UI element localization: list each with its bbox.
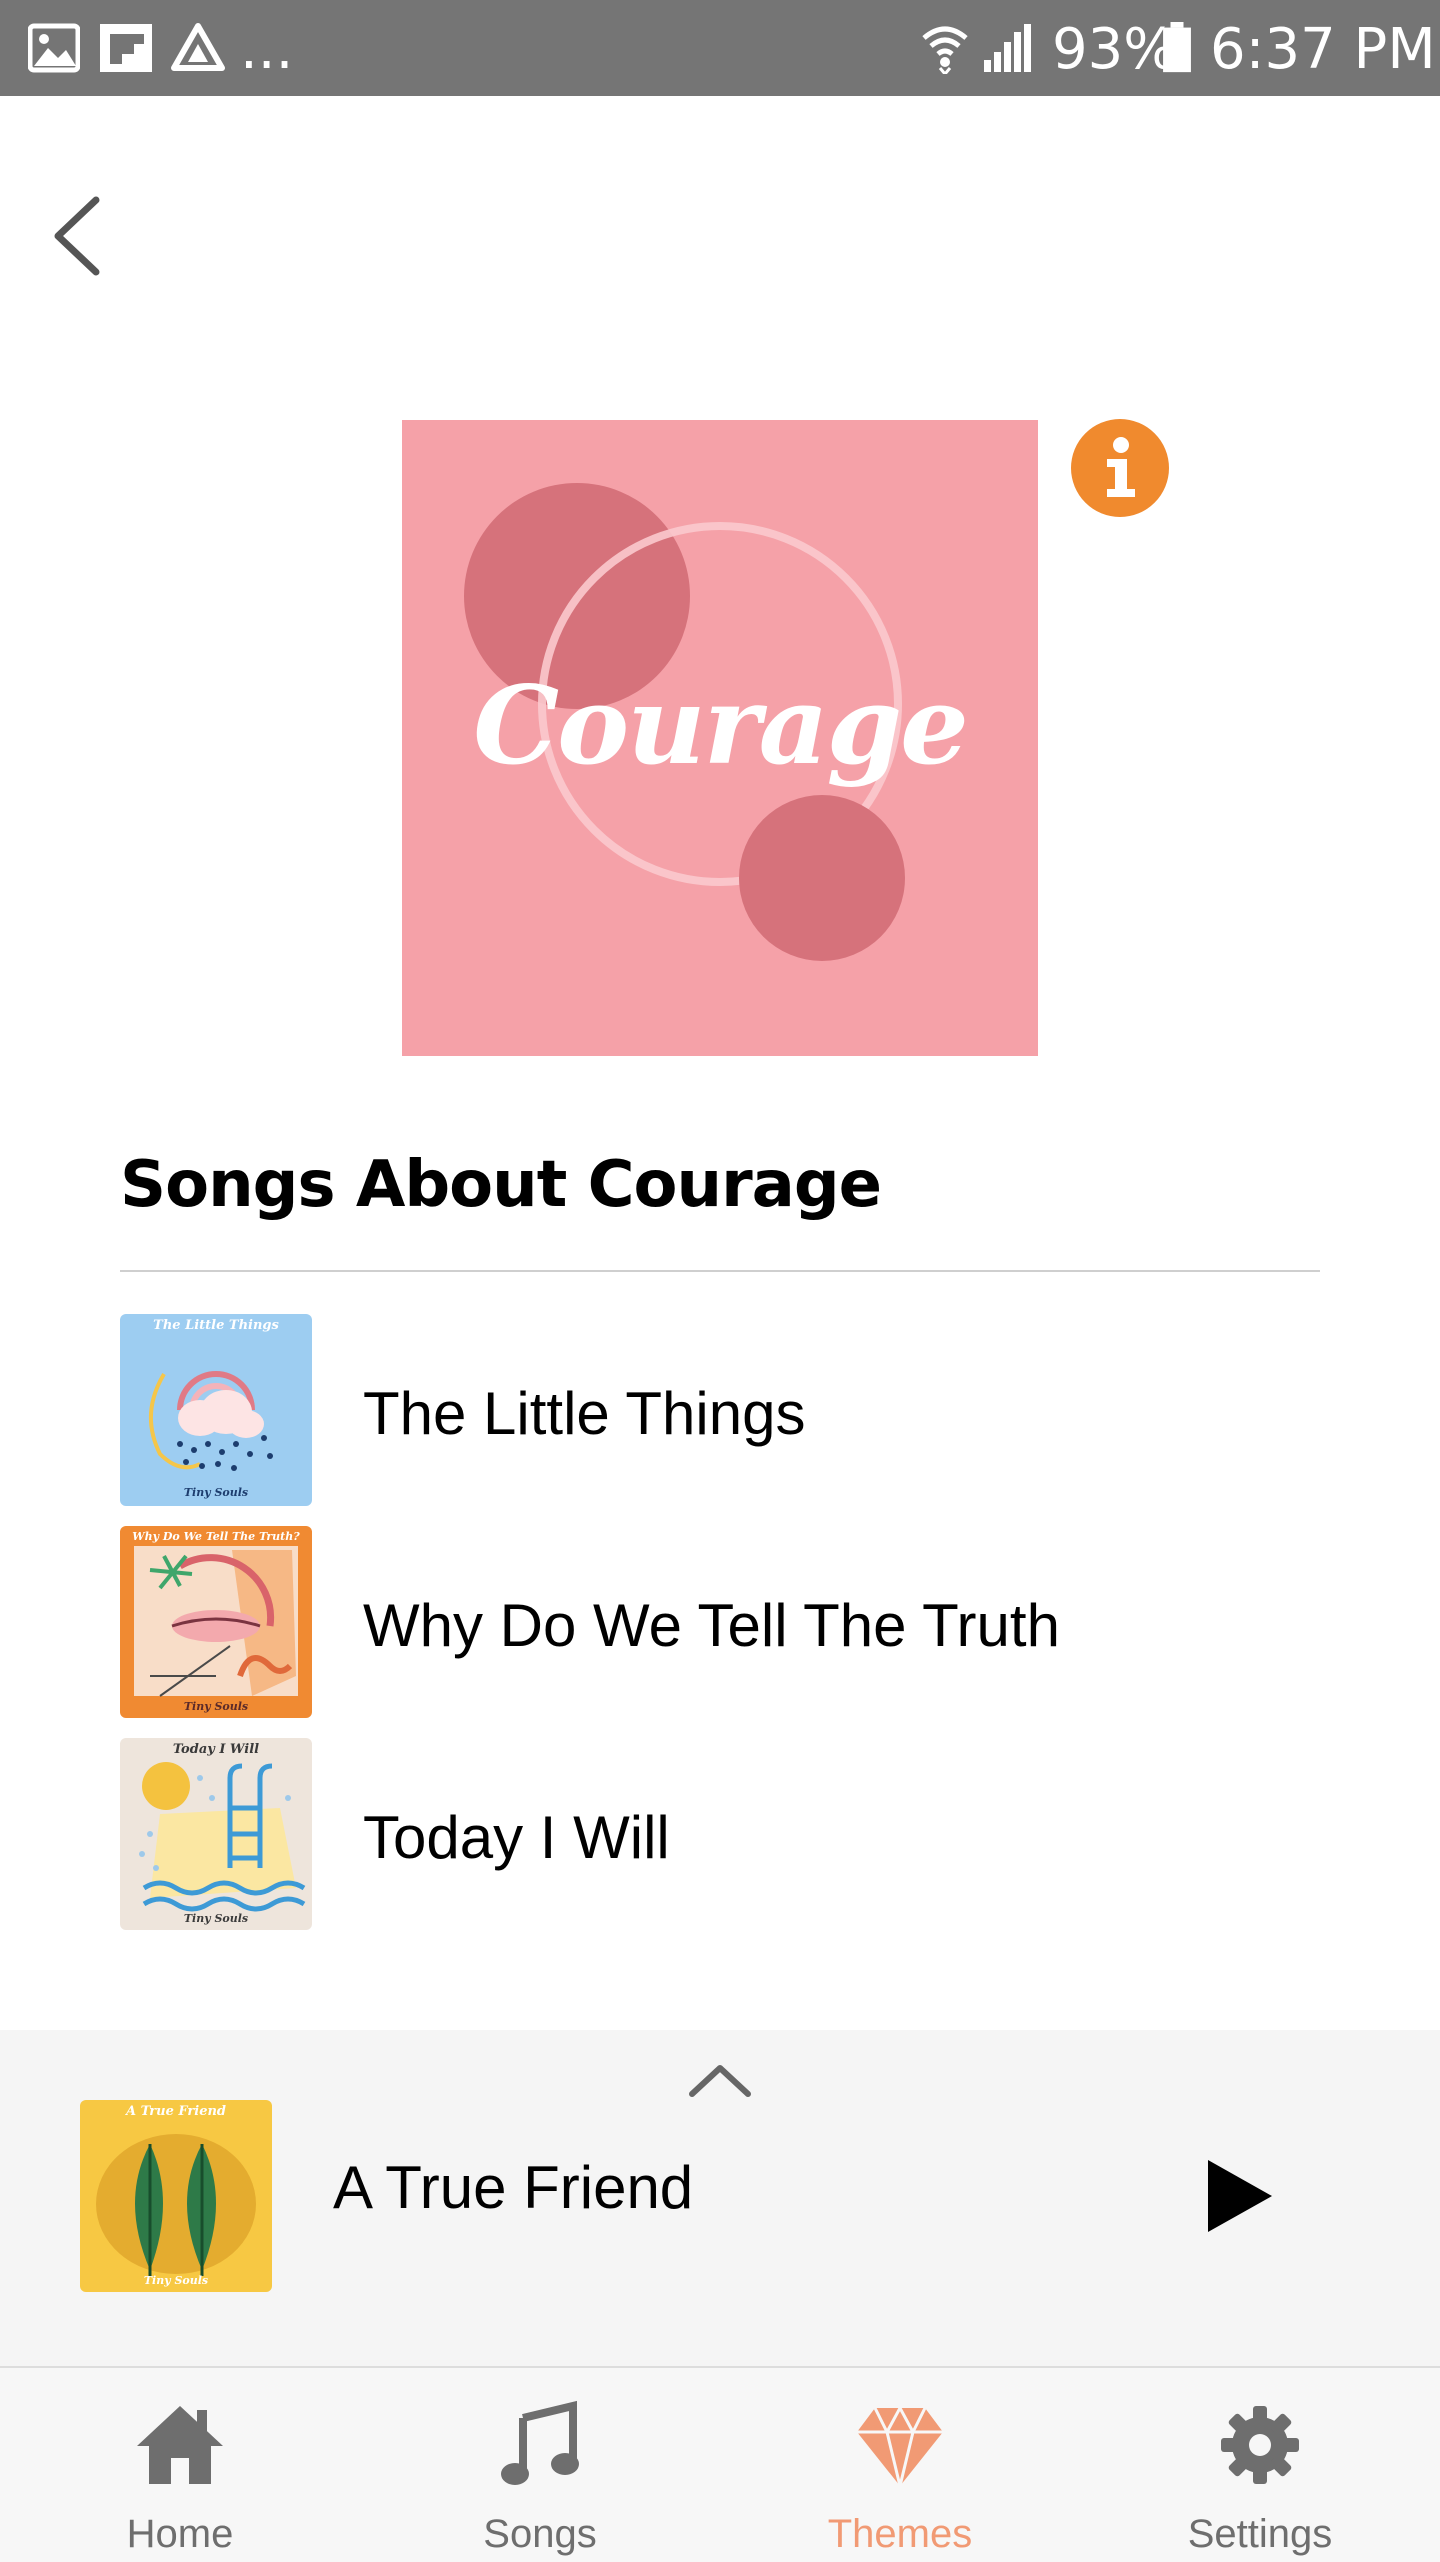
music-note-icon (501, 2400, 579, 2485)
song-artwork-title: Today I Will (172, 1742, 260, 1757)
flipboard-icon (100, 24, 152, 72)
chevron-left-icon (54, 196, 100, 276)
song-row-the-little-things[interactable]: The Little Things Tiny Souls The Little … (120, 1314, 1320, 1506)
song-artwork-title: The Little Things (153, 1318, 279, 1333)
nav-label: Home (126, 2512, 234, 2556)
nav-label: Themes (827, 2512, 973, 2556)
song-title: The Little Things (363, 1380, 806, 1447)
back-button[interactable] (40, 186, 120, 286)
battery-percentage: 93% (1052, 17, 1177, 82)
nav-home[interactable]: Home (30, 2368, 330, 2560)
now-playing-artwork-footer: Tiny Souls (143, 2274, 209, 2287)
nav-themes[interactable]: Themes (750, 2368, 1050, 2560)
theme-cover: Courage (402, 420, 1038, 1056)
nav-settings[interactable]: Settings (1110, 2368, 1410, 2560)
wifi-icon (922, 26, 968, 74)
home-icon (137, 2406, 223, 2484)
song-artwork-footer: Tiny Souls (183, 1912, 249, 1925)
nav-label: Songs (483, 2512, 597, 2556)
nav-songs[interactable]: Songs (390, 2368, 690, 2560)
drive-icon (171, 23, 225, 71)
now-playing-artwork-title: A True Friend (125, 2104, 227, 2119)
nav-label: Settings (1187, 2512, 1333, 2556)
info-icon (1107, 437, 1135, 497)
play-icon (1208, 2160, 1272, 2232)
section-title: Songs About Courage (120, 1148, 882, 1222)
chevron-up-icon (689, 2065, 751, 2097)
song-row-why-do-we-tell-the-truth[interactable]: Why Do We Tell The Truth? Tiny Souls Why… (120, 1526, 1320, 1718)
song-artwork-footer: Tiny Souls (183, 1486, 249, 1499)
song-artwork: Why Do We Tell The Truth? Tiny Souls (120, 1526, 312, 1718)
song-artwork: The Little Things Tiny Souls (120, 1314, 312, 1506)
more-notifications-label: ... (240, 17, 294, 82)
signal-icon (984, 24, 1031, 72)
status-bar: ... 93% 6:37 PM (0, 0, 1440, 96)
diamond-icon (857, 2404, 943, 2487)
gear-icon (1221, 2406, 1299, 2484)
battery-icon (1163, 22, 1191, 73)
expand-player-button[interactable] (684, 2056, 756, 2104)
song-row-today-i-will[interactable]: Today I Will Tiny Souls Today I Will (120, 1738, 1320, 1930)
now-playing-artwork: A True Friend Tiny Souls (80, 2100, 272, 2292)
song-title: Today I Will (363, 1804, 670, 1871)
song-title: Why Do We Tell The Truth (363, 1592, 1060, 1659)
song-artwork: Today I Will Tiny Souls (120, 1738, 312, 1930)
info-button[interactable] (1071, 419, 1169, 517)
divider (120, 1270, 1320, 1272)
song-artwork-footer: Tiny Souls (183, 1700, 249, 1713)
play-button[interactable] (1196, 2156, 1276, 2236)
cover-title: Courage (473, 663, 969, 789)
clock: 6:37 PM (1210, 17, 1436, 82)
song-artwork-title: Why Do We Tell The Truth? (132, 1530, 300, 1543)
now-playing-title: A True Friend (333, 2154, 694, 2221)
image-icon (28, 23, 80, 73)
